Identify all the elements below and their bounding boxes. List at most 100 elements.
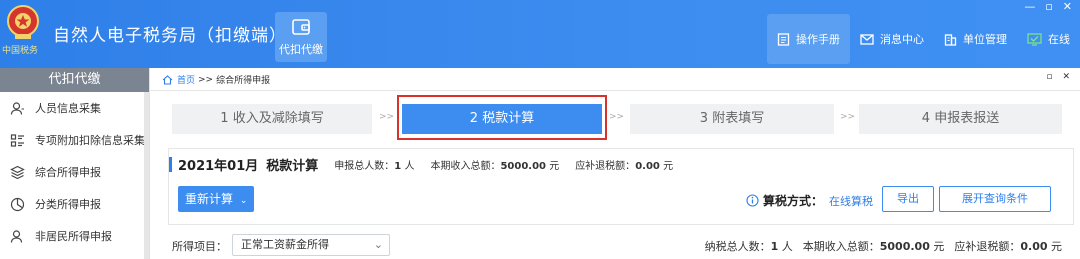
- step-income-deduction[interactable]: 1 收入及减除填写: [172, 104, 372, 134]
- summary-stats: 纳税总人数：1 人 本期收入总额：5000.00 元 应补退税额：0.00 元: [705, 238, 1062, 254]
- message-center-label: 消息中心: [880, 33, 924, 46]
- pie-icon: [10, 197, 25, 211]
- sidebar-item-comprehensive-income[interactable]: 综合所得申报: [0, 156, 149, 188]
- step-attachment[interactable]: 3 附表填写: [630, 104, 834, 134]
- maximize-button[interactable]: ▫: [1045, 0, 1052, 13]
- income-item-select[interactable]: 正常工资薪金所得 ⌄: [232, 234, 390, 256]
- expand-query-button[interactable]: 展开查询条件: [939, 186, 1051, 212]
- wallet-icon: [292, 19, 310, 35]
- recalculate-label: 重新计算: [185, 192, 234, 206]
- chevron-down-icon: ⌄: [239, 196, 248, 206]
- person-alt-icon: [10, 229, 23, 243]
- divider: [150, 90, 1080, 91]
- recalculate-button[interactable]: 重新计算 ⌄: [178, 186, 254, 212]
- app-title: 自然人电子税务局（扣缴端）: [53, 26, 287, 46]
- summary-refund-value: 0.00: [1020, 240, 1048, 253]
- header-actions: 操作手册 消息中心 单位管理 在线: [767, 14, 1080, 64]
- income-total-value: 5000.00: [500, 161, 546, 172]
- step-separator: >>: [840, 112, 856, 122]
- main-content: 首页 >> 综合所得申报 ▫ ✕ 1 收入及减除填写 >> 2 税款计算 >> …: [150, 68, 1080, 259]
- sidebar-item-label: 非居民所得申报: [35, 230, 112, 243]
- content-window-controls: ▫ ✕: [1046, 72, 1070, 82]
- income-total: 本期收入总额：5000.00 元: [430, 157, 559, 172]
- sidebar-item-personnel-info[interactable]: 人员信息采集: [0, 92, 149, 124]
- breadcrumb-current: 综合所得申报: [216, 76, 271, 86]
- tax-calc-panel: 2021年01月 税款计算 申报总人数：1 人 本期收入总额：5000.00 元…: [168, 148, 1074, 225]
- manual-button[interactable]: 操作手册: [767, 14, 850, 64]
- calc-method: 算税方式： 在线算税: [746, 192, 873, 209]
- message-center-button[interactable]: 消息中心: [850, 14, 934, 64]
- list-icon: [10, 133, 24, 147]
- nav-withholding[interactable]: 代扣代缴: [275, 12, 327, 62]
- online-icon: [1027, 32, 1042, 46]
- taxpayer-count: 纳税总人数：1 人: [705, 238, 793, 254]
- panel-header: 2021年01月 税款计算 申报总人数：1 人 本期收入总额：5000.00 元…: [169, 155, 673, 174]
- breadcrumb-separator: >>: [198, 74, 214, 85]
- breadcrumb-home-link[interactable]: 首页: [177, 73, 195, 86]
- chevron-down-icon: ⌄: [373, 238, 383, 251]
- declare-count-unit: 人: [404, 161, 415, 172]
- manual-icon: [777, 32, 790, 46]
- sidebar-item-label: 分类所得申报: [35, 198, 101, 211]
- declare-count-value: 1: [394, 161, 402, 172]
- summary-income-label: 本期收入总额：: [802, 240, 880, 253]
- summary-income-value: 5000.00: [879, 240, 930, 253]
- close-button[interactable]: ✕: [1063, 0, 1072, 13]
- online-status[interactable]: 在线: [1017, 14, 1080, 64]
- panel-title: 税款计算: [266, 159, 319, 174]
- step-submit[interactable]: 4 申报表报送: [859, 104, 1062, 134]
- income-item-label: 所得项目：: [172, 240, 227, 253]
- export-button[interactable]: 导出: [882, 186, 934, 212]
- taxpayer-count-label: 纳税总人数：: [704, 240, 771, 253]
- step-separator: >>: [379, 112, 395, 122]
- calc-method-label: 算税方式：: [763, 194, 824, 208]
- refund-amount-label: 应补退税额：: [575, 161, 636, 172]
- taxpayer-count-unit: 人: [781, 240, 793, 253]
- manual-label: 操作手册: [796, 33, 840, 46]
- building-icon: [944, 33, 957, 46]
- breadcrumb: 首页 >> 综合所得申报: [162, 73, 270, 86]
- refund-amount: 应补退税额：0.00 元: [575, 157, 673, 172]
- mail-icon: [860, 33, 874, 45]
- minimize-button[interactable]: —: [1024, 0, 1035, 13]
- info-icon: [746, 194, 759, 207]
- app-header: 中国税务 自然人电子税务局（扣缴端） 代扣代缴 — ▫ ✕ 操作手册 消息中心 …: [0, 0, 1080, 68]
- summary-income-unit: 元: [933, 240, 945, 253]
- window-controls: — ▫ ✕: [1024, 0, 1072, 13]
- person-icon: [10, 101, 24, 115]
- step-separator: >>: [609, 112, 625, 122]
- declare-count: 申报总人数：1 人: [334, 157, 414, 172]
- layers-icon: [10, 165, 25, 179]
- highlight-frame: [397, 95, 607, 140]
- sidebar-title: 代扣代缴: [0, 68, 149, 92]
- summary-refund-unit: 元: [1051, 240, 1062, 253]
- declare-count-label: 申报总人数：: [334, 161, 395, 172]
- tax-emblem-icon: [7, 5, 39, 39]
- sidebar-item-classified-income[interactable]: 分类所得申报: [0, 188, 149, 220]
- sidebar-item-label: 专项附加扣除信息采集: [35, 134, 145, 147]
- unit-management-label: 单位管理: [963, 33, 1007, 46]
- sidebar-item-nonresident-income[interactable]: 非居民所得申报: [0, 220, 149, 252]
- income-item-selected: 正常工资薪金所得: [241, 238, 329, 251]
- filter-row: 所得项目： 正常工资薪金所得 ⌄ 纳税总人数：1 人 本期收入总额：5000.0…: [172, 234, 1072, 256]
- content-close-button[interactable]: ✕: [1062, 72, 1070, 82]
- online-label: 在线: [1048, 33, 1070, 46]
- nav-withholding-label: 代扣代缴: [279, 43, 323, 56]
- brand-subtitle: 中国税务: [2, 46, 39, 56]
- period-label: 2021年01月: [178, 159, 259, 174]
- summary-refund: 应补退税额：0.00 元: [954, 238, 1062, 254]
- refund-amount-value: 0.00: [635, 161, 660, 172]
- sidebar-item-special-deduction[interactable]: 专项附加扣除信息采集: [0, 124, 149, 156]
- refund-amount-unit: 元: [663, 161, 674, 172]
- sidebar-scrollbar[interactable]: [144, 92, 149, 259]
- unit-management-button[interactable]: 单位管理: [934, 14, 1017, 64]
- calc-method-value[interactable]: 在线算税: [829, 193, 873, 209]
- income-total-unit: 元: [549, 161, 560, 172]
- sidebar-item-label: 综合所得申报: [35, 166, 101, 179]
- income-total-label: 本期收入总额：: [430, 161, 501, 172]
- home-icon: [162, 74, 173, 85]
- content-restore-button[interactable]: ▫: [1046, 72, 1052, 82]
- summary-income: 本期收入总额：5000.00 元: [803, 238, 945, 254]
- sidebar: 代扣代缴 人员信息采集 专项附加扣除信息采集 综合所得申报 分类所得申报 非居民…: [0, 68, 150, 259]
- title-accent-bar: [169, 157, 172, 172]
